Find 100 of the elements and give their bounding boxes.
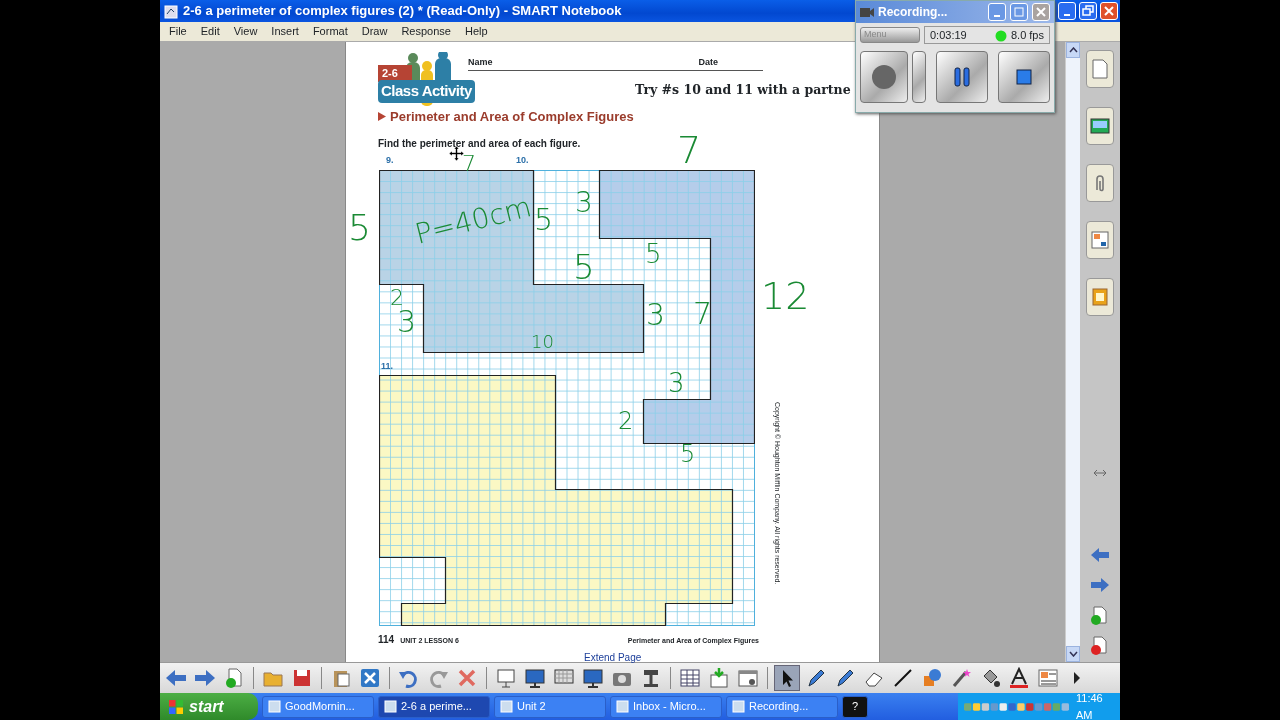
magic-pen-icon	[950, 667, 972, 689]
handwritten-number: 7	[462, 153, 476, 175]
triangle-bullet-icon	[378, 112, 386, 122]
taskbar-button[interactable]: Recording...	[726, 695, 838, 718]
menu-item[interactable]: Help	[457, 23, 495, 40]
forward-arrow-icon	[194, 667, 216, 689]
pen-icon	[834, 667, 856, 689]
frame-rate: 8.0 fps	[1010, 27, 1044, 43]
handwritten-number: 5	[680, 442, 696, 466]
close-button[interactable]	[1100, 2, 1118, 20]
shapes-icon	[921, 667, 943, 689]
page-number: 114	[378, 633, 395, 647]
monitor-icon	[582, 667, 604, 689]
help-button[interactable]: ?	[842, 695, 868, 718]
properties-icon	[1037, 667, 1059, 689]
close-icon	[1035, 6, 1047, 18]
extend-page-link[interactable]: Extend Page	[584, 650, 642, 665]
add-page-icon	[223, 667, 245, 689]
record-button[interactable]	[860, 51, 908, 103]
handwritten-number: 10	[531, 333, 554, 351]
windows-flag-icon	[168, 698, 184, 715]
window-title: 2-6 a perimeter of complex figures (2) * (Read-Only) - SMART Notebook	[183, 2, 622, 21]
app-icon	[500, 700, 513, 713]
handwritten-number: P=40cm	[412, 193, 535, 249]
forward-arrow-icon	[1089, 575, 1111, 595]
date-label: Date	[698, 56, 719, 69]
taskbar-button[interactable]: Inbox - Micro...	[610, 695, 722, 718]
record-icon	[871, 64, 897, 90]
start-button[interactable]: start	[160, 693, 258, 720]
elapsed-time: 0:03:19	[930, 27, 967, 43]
minimize-button[interactable]	[1058, 2, 1076, 20]
line-icon	[892, 667, 914, 689]
toolbar-button[interactable]	[774, 665, 800, 691]
app-icon	[732, 700, 745, 713]
handwritten-number: 7	[677, 131, 702, 169]
menu-item[interactable]: Response	[394, 23, 458, 40]
sidebar-tab[interactable]	[1086, 107, 1114, 145]
clear-page-icon	[359, 667, 381, 689]
problem-number: 10.	[516, 154, 529, 167]
camera-icon	[859, 5, 875, 19]
back-arrow-icon	[165, 667, 187, 689]
maximize-icon	[1013, 6, 1025, 18]
handwritten-number: 3	[575, 189, 593, 217]
menu-item[interactable]: View	[226, 23, 265, 40]
instruction-text: Find the perimeter and area of each figure.	[378, 136, 581, 151]
app-icon	[268, 700, 281, 713]
close-icon	[1102, 4, 1116, 18]
sidebar-tab[interactable]	[1086, 278, 1114, 316]
lesson-badge: 2-6	[378, 65, 412, 82]
handwritten-number: 3	[668, 370, 685, 396]
name-label: Name	[468, 56, 493, 69]
handwritten-number: 5	[534, 205, 554, 235]
menu-item[interactable]: File	[162, 23, 194, 40]
app-icon	[384, 700, 397, 713]
problem-number: 9.	[386, 154, 394, 167]
scroll-down-button[interactable]	[1066, 646, 1080, 662]
stop-button[interactable]	[998, 51, 1050, 103]
table-icon	[679, 667, 701, 689]
sidebar-tab[interactable]	[1086, 50, 1114, 88]
pause-icon	[954, 67, 970, 87]
minimize-icon	[1064, 14, 1070, 16]
handwritten-number: 3	[397, 307, 417, 337]
section-heading: Perimeter and Area of Complex Figures	[390, 108, 634, 126]
restore-icon	[1081, 4, 1095, 18]
maximize-button[interactable]	[1010, 3, 1028, 21]
paperclip-icon	[1096, 174, 1104, 192]
scroll-up-button[interactable]	[1066, 42, 1080, 58]
app-icon	[616, 700, 629, 713]
sidebar-tab[interactable]	[1086, 221, 1114, 259]
handwritten-number: 2	[390, 287, 404, 309]
clock: 11:46 AM	[1076, 691, 1104, 720]
menu-item[interactable]: Format	[305, 23, 355, 40]
menu-item[interactable]: Edit	[193, 23, 227, 40]
document-icon	[164, 4, 178, 19]
taskbar-button[interactable]: 2-6 a perime...	[378, 695, 490, 718]
close-button[interactable]	[1032, 3, 1050, 21]
back-arrow-icon	[1089, 545, 1111, 565]
prompt-text: Try #s 10 and 11 with a partne	[635, 80, 852, 99]
taskbar-button[interactable]: Unit 2	[494, 695, 606, 718]
properties-icon	[1088, 228, 1112, 252]
pause-button[interactable]	[936, 51, 988, 103]
text-tool-icon	[1008, 667, 1030, 689]
dropdown-button[interactable]	[912, 51, 926, 103]
handwritten-number: 5	[645, 241, 662, 267]
menu-item[interactable]: Insert	[264, 23, 306, 40]
more-arrow-icon	[1074, 672, 1080, 684]
taskbar-button[interactable]: GoodMornin...	[262, 695, 374, 718]
download-icon	[708, 667, 730, 689]
resize-handle-icon[interactable]	[1093, 468, 1107, 477]
minimize-button[interactable]	[988, 3, 1006, 21]
handwritten-number: 3	[646, 300, 666, 330]
sidebar-tab[interactable]	[1086, 164, 1114, 202]
monitor-icon	[524, 667, 546, 689]
menu-item[interactable]: Draw	[354, 23, 395, 40]
handwritten-number: 7	[693, 299, 713, 329]
stop-icon	[1016, 69, 1032, 85]
screen-shade-icon	[495, 667, 517, 689]
minimize-icon	[994, 14, 1000, 17]
delete-icon	[456, 667, 478, 689]
restore-button[interactable]	[1079, 2, 1097, 20]
